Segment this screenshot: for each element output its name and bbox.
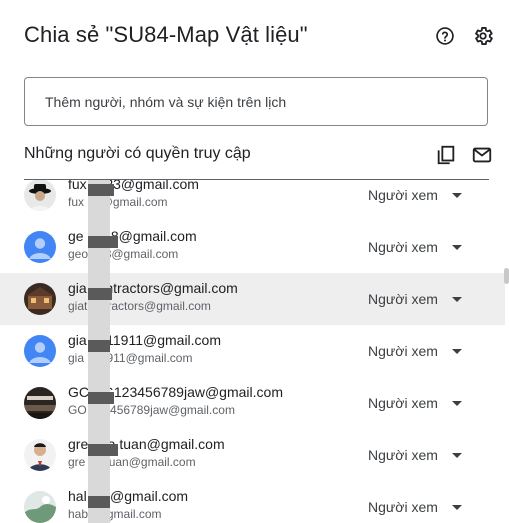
- redaction-bar: [88, 184, 114, 196]
- person-row: gre dea.tuan@gmail.com gre ea.tuan@gmail…: [0, 429, 505, 481]
- redaction-bar: [88, 444, 118, 456]
- person-row: ge ne68@gmail.com geo e68@gmail.com Ngườ…: [0, 221, 505, 273]
- add-people-field[interactable]: [24, 77, 488, 126]
- role-label: Người xem: [368, 239, 438, 255]
- redaction-bar: [88, 496, 110, 508]
- role-label: Người xem: [368, 395, 438, 411]
- person-email-secondary: geo e68@gmail.com: [68, 247, 179, 261]
- avatar: [24, 180, 56, 211]
- redaction-bar: [88, 392, 114, 404]
- copy-link-icon[interactable]: [435, 144, 457, 166]
- avatar: [24, 335, 56, 367]
- mail-icon[interactable]: [471, 144, 493, 166]
- avatar: [24, 283, 56, 315]
- scrollbar-thumb[interactable]: [504, 268, 509, 284]
- chevron-down-icon: [452, 245, 462, 250]
- avatar: [24, 491, 56, 523]
- chevron-down-icon: [452, 193, 462, 198]
- person-email: hal ght@gmail.com: [68, 488, 189, 504]
- person-row: GC NG123456789jaw@gmail.com GO 123456789…: [0, 377, 505, 429]
- chevron-down-icon: [452, 505, 462, 510]
- role-label: Người xem: [368, 447, 438, 463]
- person-row: gia on11911@gmail.com gia n11911@gmail.c…: [0, 325, 505, 377]
- redaction-bar: [88, 288, 112, 300]
- dialog-header: Chia sẻ "SU84-Map Vật liệu": [24, 22, 509, 50]
- person-row-highlighted: gia contractors@gmail.com giat ontractor…: [0, 273, 505, 325]
- person-email-secondary: gia n11911@gmail.com: [68, 351, 193, 365]
- help-circle-icon[interactable]: [433, 24, 457, 48]
- chevron-down-icon: [452, 453, 462, 458]
- chevron-down-icon: [452, 401, 462, 406]
- avatar: [24, 231, 56, 263]
- avatar: [24, 387, 56, 419]
- role-label: Người xem: [368, 291, 438, 307]
- avatar: [24, 439, 56, 471]
- person-email-secondary: hab t@gmail.com: [68, 507, 162, 521]
- role-label: Người xem: [368, 343, 438, 359]
- redaction-bar: [88, 236, 118, 248]
- gear-icon[interactable]: [471, 24, 495, 48]
- redaction-bar: [88, 340, 110, 352]
- add-people-input[interactable]: [25, 78, 487, 125]
- role-label: Người xem: [368, 187, 438, 203]
- person-row: fux k123@gmail.com fux 23@gmail.com Ngườ…: [0, 180, 505, 221]
- person-row: hal ght@gmail.com hab t@gmail.com Người …: [0, 481, 505, 523]
- access-heading: Những người có quyền truy cập: [24, 145, 251, 162]
- person-email-secondary: fux 23@gmail.com: [68, 195, 168, 209]
- people-list[interactable]: fux k123@gmail.com fux 23@gmail.com Ngườ…: [0, 180, 505, 523]
- dialog-title: Chia sẻ "SU84-Map Vật liệu": [24, 22, 308, 47]
- role-label: Người xem: [368, 499, 438, 515]
- chevron-down-icon: [452, 349, 462, 354]
- chevron-down-icon: [452, 297, 462, 302]
